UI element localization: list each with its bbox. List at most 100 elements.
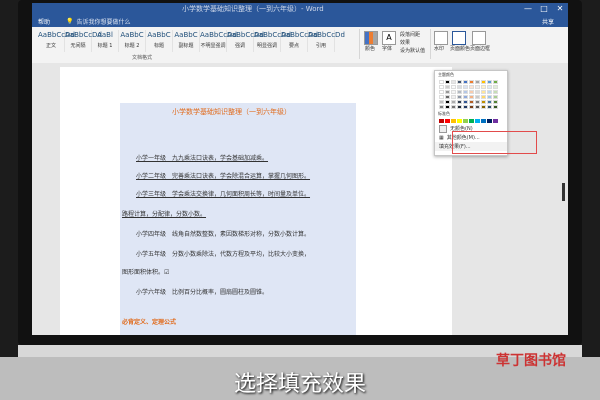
scrollbar-thumb[interactable]: [562, 183, 565, 201]
page-color-icon[interactable]: [452, 31, 466, 45]
color-swatch[interactable]: [457, 105, 462, 109]
maximize-button[interactable]: □: [536, 3, 552, 15]
color-swatch[interactable]: [445, 90, 450, 94]
minimize-button[interactable]: —: [520, 3, 536, 15]
color-swatch[interactable]: [451, 90, 456, 94]
color-swatch[interactable]: [475, 119, 480, 123]
color-swatch[interactable]: [481, 80, 486, 84]
color-swatch[interactable]: [463, 80, 468, 84]
color-swatch[interactable]: [481, 119, 486, 123]
color-swatch[interactable]: [463, 90, 468, 94]
color-swatch[interactable]: [457, 85, 462, 89]
effects-button[interactable]: 效果: [400, 39, 410, 46]
color-swatch[interactable]: [445, 105, 450, 109]
color-swatch[interactable]: [457, 100, 462, 104]
color-swatch[interactable]: [439, 85, 444, 89]
color-swatch[interactable]: [445, 119, 450, 123]
logo-text: 草丁图书馆: [496, 353, 566, 369]
color-swatch[interactable]: [463, 85, 468, 89]
color-swatch[interactable]: [469, 100, 474, 104]
color-swatch[interactable]: [493, 119, 498, 123]
color-swatch[interactable]: [439, 90, 444, 94]
color-swatch[interactable]: [469, 80, 474, 84]
color-swatch[interactable]: [445, 80, 450, 84]
color-swatch[interactable]: [451, 100, 456, 104]
color-swatch[interactable]: [451, 105, 456, 109]
color-swatch[interactable]: [493, 95, 498, 99]
color-swatch[interactable]: [463, 105, 468, 109]
color-swatch[interactable]: [493, 85, 498, 89]
color-swatch[interactable]: [475, 100, 480, 104]
color-swatch[interactable]: [457, 80, 462, 84]
watermark-icon[interactable]: [434, 31, 448, 45]
color-swatch[interactable]: [481, 105, 486, 109]
style-tile[interactable]: AaBbCcDd 引用: [308, 30, 345, 52]
color-swatch[interactable]: [439, 100, 444, 104]
color-swatch[interactable]: [493, 100, 498, 104]
color-swatch[interactable]: [445, 95, 450, 99]
style-tile[interactable]: AaBbCcDd 正文: [38, 30, 75, 52]
style-tile[interactable]: AaBbCcDd 不明显强调: [200, 30, 237, 52]
color-swatch[interactable]: [469, 90, 474, 94]
color-swatch[interactable]: [439, 80, 444, 84]
color-swatch[interactable]: [457, 90, 462, 94]
color-swatch[interactable]: [481, 100, 486, 104]
color-swatch[interactable]: [487, 105, 492, 109]
color-swatch[interactable]: [487, 90, 492, 94]
fonts-icon[interactable]: A: [382, 31, 396, 45]
color-swatch[interactable]: [457, 95, 462, 99]
color-swatch[interactable]: [445, 100, 450, 104]
color-swatch[interactable]: [481, 90, 486, 94]
color-swatch[interactable]: [475, 85, 480, 89]
color-swatch[interactable]: [487, 85, 492, 89]
document-page[interactable]: 小学数学基础知识整理（一到六年级） 小学一年级 九九乘法口诀表，学会基础加减乘。…: [60, 67, 452, 335]
color-swatch[interactable]: [469, 95, 474, 99]
style-tile[interactable]: AaBbCcDd 要点: [281, 30, 318, 52]
monitor-frame: 小学数学基础知识整理（一到六年级）- Word — □ ✕ 帮助 💡 告诉我你想…: [18, 0, 582, 345]
color-swatch[interactable]: [439, 119, 444, 123]
color-swatch[interactable]: [475, 95, 480, 99]
color-swatch[interactable]: [487, 95, 492, 99]
style-tile[interactable]: AaBl 标题 1: [92, 30, 119, 52]
color-swatch[interactable]: [469, 85, 474, 89]
color-swatch[interactable]: [439, 105, 444, 109]
color-swatch[interactable]: [451, 85, 456, 89]
color-swatch[interactable]: [469, 119, 474, 123]
style-tile[interactable]: AaBbC 标题 2: [119, 30, 146, 52]
page-borders-icon[interactable]: [472, 31, 486, 45]
color-swatch[interactable]: [481, 85, 486, 89]
close-button[interactable]: ✕: [552, 3, 568, 15]
color-swatch[interactable]: [463, 100, 468, 104]
color-swatch[interactable]: [469, 105, 474, 109]
color-swatch[interactable]: [451, 95, 456, 99]
style-tile[interactable]: AaBbC 副标题: [173, 30, 200, 52]
color-swatch[interactable]: [481, 95, 486, 99]
color-swatch[interactable]: [493, 105, 498, 109]
color-swatch[interactable]: [445, 85, 450, 89]
color-swatch[interactable]: [457, 119, 462, 123]
theme-color-grid: [435, 79, 507, 110]
colors-icon[interactable]: [364, 31, 378, 45]
color-swatch[interactable]: [487, 80, 492, 84]
set-default-button[interactable]: 设为默认值: [400, 47, 425, 54]
color-swatch[interactable]: [451, 80, 456, 84]
color-swatch[interactable]: [463, 95, 468, 99]
color-swatch[interactable]: [475, 80, 480, 84]
style-tile[interactable]: AaBbCcDd 明显强调: [254, 30, 291, 52]
color-swatch[interactable]: [463, 119, 468, 123]
color-swatch[interactable]: [439, 95, 444, 99]
color-swatch[interactable]: [451, 119, 456, 123]
color-swatch[interactable]: [475, 105, 480, 109]
menu-help[interactable]: 帮助: [38, 17, 50, 26]
color-swatch[interactable]: [493, 80, 498, 84]
paragraph-spacing-button[interactable]: 段落间距: [400, 31, 420, 38]
tell-me-box[interactable]: 💡 告诉我你想要做什么: [66, 17, 131, 26]
style-tile[interactable]: AaBbCcDd 无间隔: [65, 30, 102, 52]
style-tile[interactable]: AaBbC 标题: [146, 30, 173, 52]
style-tile[interactable]: AaBbCcDd 强调: [227, 30, 264, 52]
share-button[interactable]: 共享: [542, 17, 554, 26]
color-swatch[interactable]: [487, 119, 492, 123]
color-swatch[interactable]: [487, 100, 492, 104]
color-swatch[interactable]: [493, 90, 498, 94]
color-swatch[interactable]: [475, 90, 480, 94]
